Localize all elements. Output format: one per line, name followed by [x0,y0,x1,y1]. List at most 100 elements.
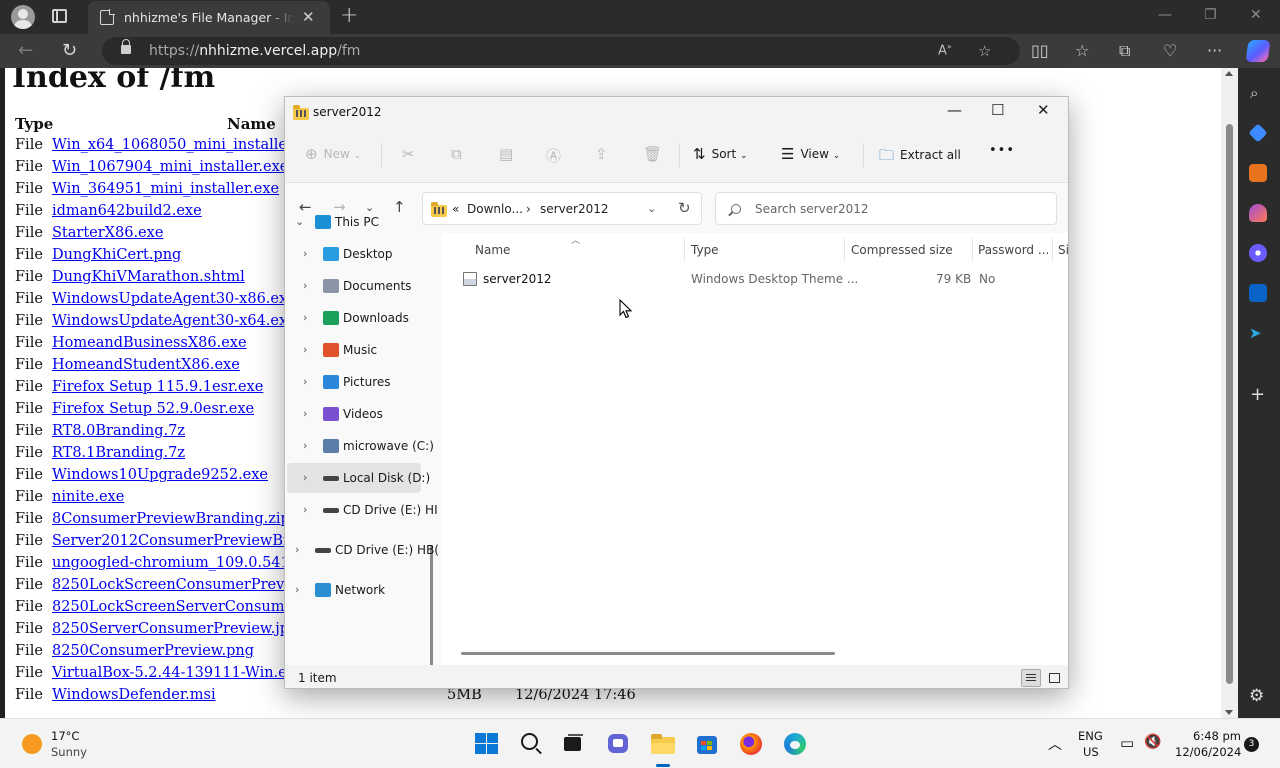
file-link[interactable]: StarterX86.exe [52,225,163,241]
explorer-title-bar[interactable]: server2012 — ☐ ✕ [285,97,1068,127]
page-scrollbar[interactable] [1221,68,1238,718]
nav-item-desktop[interactable]: › Desktop [285,239,441,269]
file-link[interactable]: 8250ConsumerPreview.png [52,643,254,659]
browser-minimize-button[interactable]: — [1158,7,1172,23]
shopping-tag-icon[interactable] [1248,123,1268,143]
read-aloud-icon[interactable]: A» [938,42,952,58]
nav-item-microwave-c[interactable]: › microwave (C:) [285,431,441,461]
browser-close-button[interactable]: ✕ [1250,7,1262,23]
clock-date[interactable]: 12/06/2024 [1175,745,1241,759]
file-link[interactable]: ungoogled-chromium_109.0.5414.1 [52,555,313,571]
sidebar-settings-gear-icon[interactable]: ⚙ [1249,686,1264,706]
file-link[interactable]: WindowsUpdateAgent30-x64.exe [52,313,296,329]
view-button[interactable]: ☰ View ⌄ [781,145,840,163]
collapsed-chevron-icon[interactable]: › [303,311,307,324]
profile-avatar[interactable] [11,5,35,29]
show-hidden-icons-chevron-icon[interactable]: ︿ [1048,734,1062,754]
details-view-button[interactable] [1021,669,1041,687]
paste-icon[interactable]: ▤ [499,145,513,163]
nav-item-downloads[interactable]: › Downloads [285,303,441,333]
clock-time[interactable]: 6:48 pm [1193,729,1241,743]
file-link[interactable]: Firefox Setup 115.9.1esr.exe [52,379,263,395]
file-link[interactable]: Win_364951_mini_installer.exe [52,181,279,197]
file-link[interactable]: Firefox Setup 52.9.0esr.exe [52,401,254,417]
network-status-icon[interactable]: ▭ [1120,734,1134,752]
breadcrumb-downloads[interactable]: Downlo... [467,202,523,216]
collapsed-chevron-icon[interactable]: › [303,375,307,388]
file-link[interactable]: RT8.0Branding.7z [52,423,185,439]
microsoft-store-icon[interactable] [695,733,719,755]
browser-tab[interactable]: nhhizme's File Manager - Index of /fm ✕ [88,1,330,34]
column-divider[interactable] [684,237,685,261]
share-icon[interactable]: ⇪ [595,145,608,163]
nav-item-this-pc[interactable]: ⌄ This PC [285,207,441,237]
collapsed-chevron-icon[interactable]: › [295,543,299,556]
file-link[interactable]: HomeandStudentX86.exe [52,357,240,373]
search-icon[interactable]: ⌕ [1250,84,1258,102]
file-link[interactable]: ninite.exe [52,489,124,505]
nav-item-local-disk-d[interactable]: › Local Disk (D:) [287,463,430,493]
lock-icon[interactable] [121,39,131,54]
back-arrow-icon[interactable]: ← [18,40,33,61]
collapsed-chevron-icon[interactable]: › [303,503,307,516]
breadcrumb-overflow[interactable]: « [452,202,459,216]
collapsed-chevron-icon[interactable]: › [303,279,307,292]
file-row-server2012[interactable]: server2012 Windows Desktop Theme ... 79 … [441,269,1068,291]
page-scrollbar-thumb[interactable] [1226,124,1233,684]
games-icon[interactable] [1249,204,1267,222]
split-screen-icon[interactable]: ▯▯ [1031,41,1049,60]
url-text[interactable]: https://nhhizme.vercel.app/fm [149,43,360,59]
file-link[interactable]: Server2012ConsumerPreviewBrand [52,533,317,549]
notification-badge[interactable]: 3 [1244,737,1259,752]
collapsed-chevron-icon[interactable]: › [303,247,307,260]
column-header-name[interactable]: Name [475,243,510,257]
collapsed-chevron-icon[interactable]: › [295,583,299,596]
more-menu-icon[interactable]: ··· [1207,41,1222,60]
file-link[interactable]: 8250LockScreenServerConsumerPr [52,599,317,615]
region-code[interactable]: US [1083,745,1099,759]
nav-item-pictures[interactable]: › Pictures [285,367,441,397]
file-link[interactable]: VirtualBox-5.2.44-139111-Win.exe [52,665,304,681]
telegram-icon[interactable]: ➤ [1249,324,1267,342]
task-view-icon[interactable] [563,733,587,755]
favorite-star-icon[interactable]: ☆ [978,42,991,60]
explorer-close-button[interactable]: ✕ [1037,101,1050,119]
collapsed-chevron-icon[interactable]: › [303,471,307,484]
explorer-maximize-button[interactable]: ☐ [991,101,1004,119]
column-header-type[interactable]: Type [691,243,719,257]
breadcrumb[interactable]: « Downlo... › server2012 ⌄ ↻ [422,192,702,225]
close-tab-icon[interactable]: ✕ [302,8,315,26]
refresh-folder-icon[interactable]: ↻ [678,199,691,217]
expanded-chevron-icon[interactable]: ⌄ [295,215,304,228]
column-divider[interactable] [972,237,973,261]
nav-item-videos[interactable]: › Videos [285,399,441,429]
nav-item-network[interactable]: › Network [285,575,441,605]
nav-item-documents[interactable]: › Documents [285,271,441,301]
tab-actions-icon[interactable] [52,9,67,23]
copy-icon[interactable]: ⧉ [451,145,462,163]
file-link[interactable]: WindowsUpdateAgent30-x86.exe [52,291,296,307]
collections-icon[interactable]: ⧉ [1119,41,1130,61]
file-link[interactable]: DungKhiCert.png [52,247,181,263]
new-button[interactable]: ⊕ New ⌄ [305,145,361,163]
file-link[interactable]: Windows10Upgrade9252.exe [52,467,268,483]
delete-icon[interactable]: 🗑 [643,145,662,163]
volume-muted-icon[interactable]: 🔇 [1144,734,1161,750]
tools-briefcase-icon[interactable] [1249,164,1267,182]
file-link[interactable]: HomeandBusinessX86.exe [52,335,247,351]
favorites-icon[interactable]: ☆ [1075,41,1089,60]
explorer-minimize-button[interactable]: — [947,101,962,119]
breadcrumb-server2012[interactable]: server2012 [540,202,609,216]
outlook-icon[interactable] [1249,284,1267,302]
file-link[interactable]: Win_x64_1068050_mini_installer.exe [52,137,322,153]
browser-essentials-icon[interactable]: ♡ [1163,41,1177,60]
nav-item-cd-drive-e-hb[interactable]: › CD Drive (E:) HB( [285,535,441,565]
collapsed-chevron-icon[interactable]: › [303,343,307,356]
file-link[interactable]: DungKhiVMarathon.shtml [52,269,245,285]
firefox-icon[interactable] [739,733,763,755]
add-sidebar-app-icon[interactable]: + [1250,384,1265,405]
column-header-size[interactable]: Si [1058,243,1068,257]
file-link[interactable]: idman642build2.exe [52,203,202,219]
address-bar[interactable]: https://nhhizme.vercel.app/fm A» ☆ [102,37,1020,65]
file-link[interactable]: RT8.1Branding.7z [52,445,185,461]
